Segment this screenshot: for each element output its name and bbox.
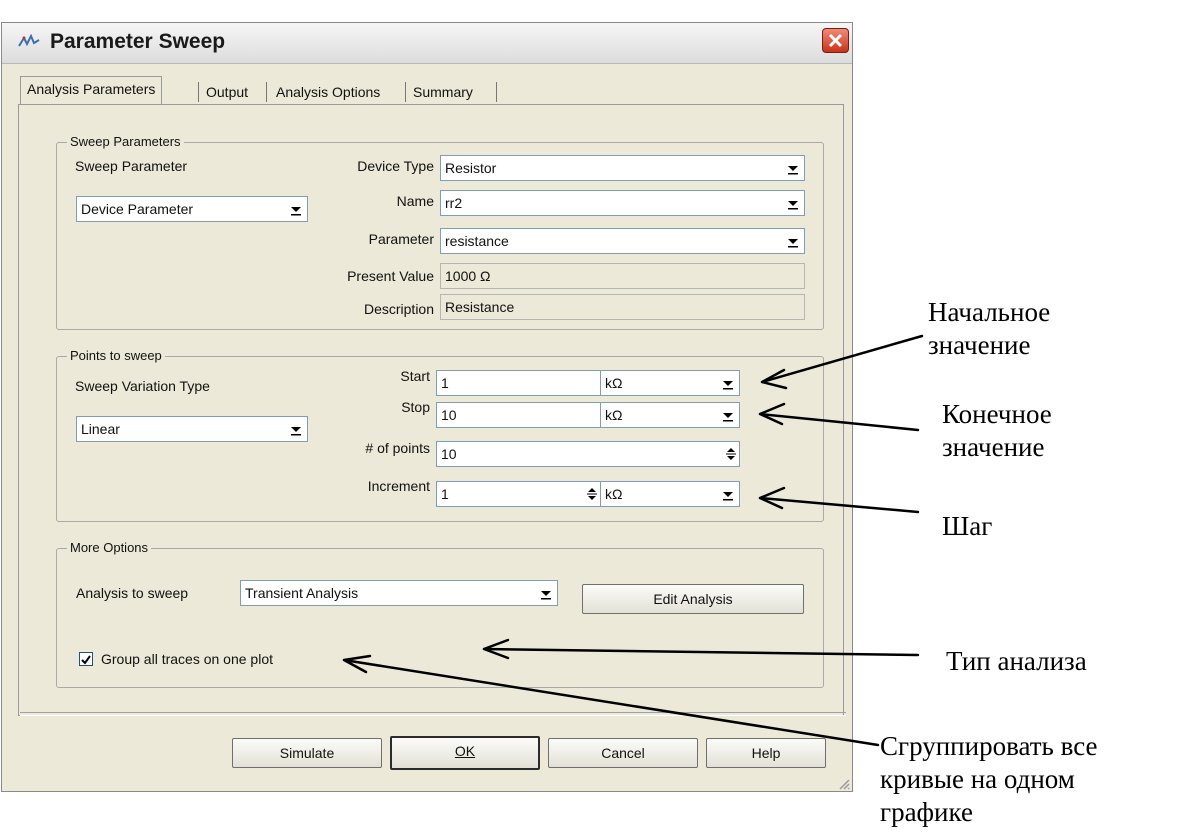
arrow-analysis-type bbox=[482, 638, 920, 660]
arrow-start bbox=[760, 334, 924, 390]
annotation-arrows bbox=[342, 334, 924, 747]
arrow-group-traces bbox=[342, 654, 880, 747]
arrow-step bbox=[758, 486, 920, 514]
arrow-stop bbox=[758, 402, 920, 432]
